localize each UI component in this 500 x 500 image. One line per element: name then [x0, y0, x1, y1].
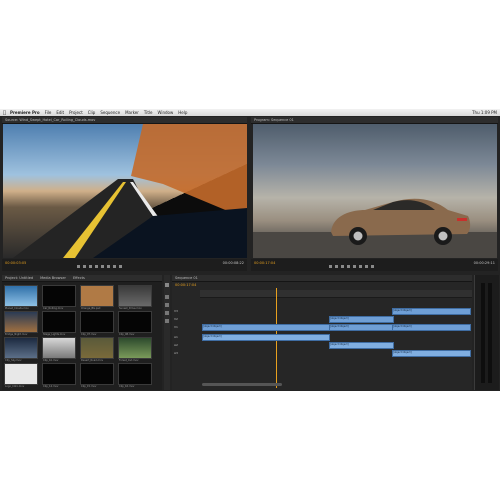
- program-timecode-duration: 00:00:29:11: [473, 261, 495, 265]
- track-label-v2[interactable]: V2: [174, 317, 178, 321]
- menu-project[interactable]: Project: [69, 110, 83, 115]
- selection-tool-icon[interactable]: [165, 283, 169, 287]
- list-item[interactable]: Clip_16.mov: [118, 363, 152, 388]
- tools-panel: [164, 275, 170, 390]
- timeline-clip[interactable]: [object Object]: [392, 308, 471, 315]
- razor-tool-icon[interactable]: [165, 311, 169, 315]
- menu-sequence[interactable]: Sequence: [100, 110, 120, 115]
- source-monitor-controls: 00:00:03:05 00:00:08:22: [2, 259, 247, 271]
- source-transport-controls: [77, 265, 122, 268]
- list-item[interactable]: Forest_Cut.mov: [118, 337, 152, 362]
- list-item[interactable]: Stage_Lights.mov: [42, 311, 76, 336]
- step-forward-icon[interactable]: [353, 265, 356, 268]
- program-transport-controls: [329, 265, 374, 268]
- lift-icon[interactable]: [359, 265, 362, 268]
- menu-bar:  Premiere Pro File Edit Project Clip Se…: [0, 109, 500, 116]
- menu-help[interactable]: Help: [178, 110, 187, 115]
- play-icon[interactable]: [95, 265, 98, 268]
- menu-window[interactable]: Window: [157, 110, 173, 115]
- timeline-header: Sequence 01: [172, 275, 472, 282]
- list-item[interactable]: Clip_14.mov: [42, 363, 76, 388]
- list-item[interactable]: Clip_10.mov: [42, 337, 76, 362]
- timeline-clip[interactable]: [object Object]: [392, 324, 471, 331]
- timeline-clip[interactable]: [object Object]: [202, 324, 330, 331]
- source-monitor-header: Source: Wind_Swept_Hotel_Car_Rolling_Clo…: [2, 117, 247, 124]
- source-timecode-duration: 00:00:08:22: [222, 261, 244, 265]
- car-scene-graphic: [253, 198, 497, 258]
- export-frame-icon[interactable]: [119, 265, 122, 268]
- overwrite-icon[interactable]: [113, 265, 116, 268]
- export-frame-icon[interactable]: [371, 265, 374, 268]
- insert-icon[interactable]: [107, 265, 110, 268]
- mark-in-icon[interactable]: [329, 265, 332, 268]
- list-item[interactable]: Desert_Road.mov: [80, 337, 114, 362]
- track-label-a3[interactable]: A3: [174, 351, 178, 355]
- list-item[interactable]: Car_Rolling.mov: [42, 285, 76, 310]
- mark-out-icon[interactable]: [335, 265, 338, 268]
- program-monitor-video[interactable]: [253, 124, 497, 258]
- mark-in-icon[interactable]: [77, 265, 80, 268]
- tab-media-browser[interactable]: Media Browser: [40, 276, 66, 280]
- menu-file[interactable]: File: [45, 110, 52, 115]
- track-select-tool-icon[interactable]: [165, 295, 169, 299]
- audio-meters: [474, 275, 499, 390]
- tab-sequence[interactable]: Sequence 01: [175, 276, 198, 280]
- list-item[interactable]: Sunset_Drive.mov: [118, 285, 152, 310]
- track-label-v3[interactable]: V3: [174, 309, 178, 313]
- list-item[interactable]: Clip_08.mov: [118, 311, 152, 336]
- menu-title[interactable]: Title: [144, 110, 153, 115]
- list-item[interactable]: Planet_Clouds.mov: [4, 285, 38, 310]
- source-monitor-video[interactable]: [3, 124, 247, 258]
- menubar-clock: Thu 1:09 PM: [472, 110, 497, 115]
- audio-meter-right: [488, 283, 492, 383]
- step-back-icon[interactable]: [341, 265, 344, 268]
- audio-meter-left: [481, 283, 485, 383]
- project-bin: Planet_Clouds.mov Car_Rolling.mov Orange…: [2, 282, 162, 390]
- hand-tool-icon[interactable]: [165, 319, 169, 323]
- list-item[interactable]: Logo_Intro.mov: [4, 363, 38, 388]
- step-forward-icon[interactable]: [101, 265, 104, 268]
- play-icon[interactable]: [347, 265, 350, 268]
- program-monitor-controls: 00:00:17:04 00:00:29:11: [251, 259, 498, 271]
- menu-edit[interactable]: Edit: [56, 110, 64, 115]
- timeline-clip[interactable]: [object Object]: [329, 324, 394, 331]
- track-label-a2[interactable]: A2: [174, 343, 178, 347]
- list-item[interactable]: Clip_15.mov: [80, 363, 114, 388]
- project-panel-header: Project: Untitled Media Browser Effects: [2, 275, 162, 282]
- menu-marker[interactable]: Marker: [125, 110, 139, 115]
- source-timecode-current[interactable]: 00:00:03:05: [5, 261, 26, 265]
- timeline-panel: 00:00:17:04 V3 V2 V1 A1 A2 A3 [object Ob…: [172, 282, 472, 390]
- timeline-timecode[interactable]: 00:00:17:04: [175, 283, 196, 287]
- mark-out-icon[interactable]: [83, 265, 86, 268]
- program-timecode-current[interactable]: 00:00:17:04: [254, 261, 275, 265]
- time-ruler[interactable]: [200, 290, 472, 298]
- timeline-zoom-scrollbar[interactable]: [202, 383, 282, 386]
- timeline-clip[interactable]: [object Object]: [329, 316, 394, 323]
- premiere-app-window:  Premiere Pro File Edit Project Clip Se…: [0, 109, 500, 391]
- apple-icon[interactable]: : [3, 110, 6, 116]
- timeline-clip[interactable]: [object Object]: [392, 350, 471, 357]
- track-label-a1[interactable]: A1: [174, 335, 178, 339]
- menu-clip[interactable]: Clip: [88, 110, 96, 115]
- tab-source-monitor[interactable]: Source: Wind_Swept_Hotel_Car_Rolling_Clo…: [5, 118, 95, 122]
- road-scene-graphic: [13, 124, 247, 258]
- program-monitor-header: Program: Sequence 01: [251, 117, 498, 124]
- list-item[interactable]: Bridge_Night.mov: [4, 311, 38, 336]
- timeline-clip[interactable]: [object Object]: [202, 334, 330, 341]
- tab-effects[interactable]: Effects: [73, 276, 85, 280]
- list-item[interactable]: Orange_BG.psd: [80, 285, 114, 310]
- extract-icon[interactable]: [365, 265, 368, 268]
- step-back-icon[interactable]: [89, 265, 92, 268]
- timeline-clip[interactable]: [object Object]: [329, 342, 394, 349]
- menu-app-name[interactable]: Premiere Pro: [10, 110, 40, 115]
- list-item[interactable]: Clip_07.mov: [80, 311, 114, 336]
- tab-program-monitor[interactable]: Program: Sequence 01: [254, 118, 294, 122]
- tab-project[interactable]: Project: Untitled: [5, 276, 33, 280]
- list-item[interactable]: City_Sky.mov: [4, 337, 38, 362]
- ripple-edit-tool-icon[interactable]: [165, 303, 169, 307]
- track-label-v1[interactable]: V1: [174, 325, 178, 329]
